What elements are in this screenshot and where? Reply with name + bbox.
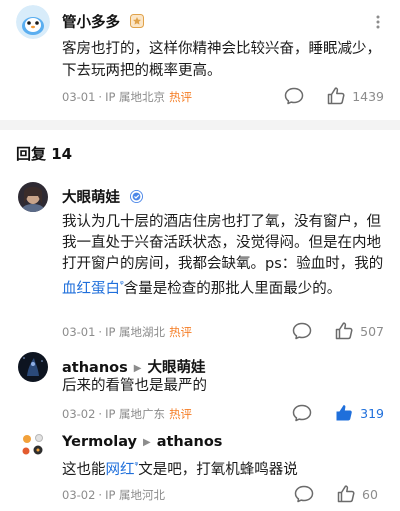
comment-actions: 319 [292, 403, 384, 423]
like-count: 1439 [352, 88, 384, 104]
comment-date: 03-02 [62, 407, 96, 421]
username[interactable]: 管小多多 [62, 11, 145, 32]
comment-icon[interactable] [294, 485, 314, 503]
username[interactable]: Yermolay ▶ athanos [62, 434, 222, 450]
comment-text: 客房也打的，这样你精神会比较兴奋，睡眠减少，下去玩两把的概率更高。 [62, 41, 381, 79]
like-count: 507 [360, 323, 384, 339]
comment-location: IP 属地北京 [105, 90, 166, 104]
comment-icon[interactable] [284, 87, 304, 105]
avatar[interactable] [18, 352, 48, 382]
comment-actions: 1439 [284, 86, 384, 106]
hot-tag: 热评 [169, 325, 193, 339]
comment-actions: 507 [292, 321, 384, 341]
keyword-link[interactable]: 血红蛋白ᵠ [62, 280, 124, 297]
reply-arrow-icon: ▶ [143, 437, 151, 448]
comment-meta: 03-02 · IP 属地河北 [62, 488, 166, 502]
section-divider [0, 120, 400, 130]
username-text[interactable]: 管小多多 [62, 15, 120, 31]
comment-text-part: 文是吧，打氧机蜂鸣器说 [138, 461, 298, 478]
badge-icon [130, 14, 145, 28]
comment-location: IP 属地广东 [105, 407, 166, 421]
username-text[interactable]: Yermolay [62, 434, 137, 450]
comment-date: 03-02 [62, 488, 96, 502]
comment-text-part: 这也能 [62, 461, 106, 478]
comment-text-part: 含量是检查的那批人里面最少的。 [123, 280, 342, 297]
username[interactable]: 大眼萌娃 [62, 186, 144, 207]
thumbs-up-icon[interactable] [334, 403, 354, 423]
reply-to-username[interactable]: athanos [157, 434, 223, 450]
username-text[interactable]: athanos [62, 360, 128, 376]
hot-tag: 热评 [169, 407, 193, 421]
comment-meta: 03-01 · IP 属地北京 热评 [62, 90, 193, 104]
comment-meta: 03-01 · IP 属地湖北 热评 [62, 325, 193, 339]
thumbs-up-icon[interactable] [334, 321, 354, 341]
replies-header: 回复 14 [16, 145, 73, 163]
top-comment: 管小多多 客房也打的，这样你精神会比较兴奋，睡眠减少，下去玩两把的概率更高。 0… [0, 0, 400, 120]
comment-text: 我认为几十层的酒店住房也打了氧，没有窗户，但我一直处于兴奋活跃状态，没觉得闷。但… [62, 212, 392, 300]
username-text[interactable]: 大眼萌娃 [62, 190, 120, 206]
comment-icon[interactable] [292, 322, 312, 340]
comment-icon[interactable] [292, 404, 312, 422]
keyword-link-text[interactable]: 网红 [106, 462, 135, 478]
comment-date: 03-01 [62, 325, 96, 339]
more-icon[interactable] [370, 14, 386, 30]
comment-date: 03-01 [62, 90, 96, 104]
avatar[interactable] [18, 430, 48, 460]
reply-item: 大眼萌娃 我认为几十层的酒店住房也打了氧，没有窗户，但我一直处于兴奋活跃状态，没… [0, 178, 400, 348]
username[interactable]: athanos ▶ 大眼萌娃 [62, 356, 205, 377]
thumbs-up-icon[interactable] [336, 484, 356, 504]
hot-tag: 热评 [169, 90, 193, 104]
reply-item: athanos ▶ 大眼萌娃 后来的看管也是最严的 03-02 · IP 属地广东 热评 … [0, 348, 400, 424]
like-count: 60 [362, 486, 378, 502]
comment-text: 后来的看管也是最严的 [62, 378, 207, 394]
avatar[interactable] [16, 5, 50, 39]
comment-location: IP 属地河北 [105, 488, 166, 502]
like-count: 319 [360, 405, 384, 421]
comment-meta: 03-02 · IP 属地广东 热评 [62, 407, 193, 421]
reply-to-username[interactable]: 大眼萌娃 [147, 360, 205, 376]
thumbs-up-icon[interactable] [326, 86, 346, 106]
keyword-link-text[interactable]: 血红蛋白 [62, 281, 120, 297]
comment-actions: 60 [294, 484, 384, 504]
keyword-link[interactable]: 网红ᵠ [106, 461, 139, 478]
avatar[interactable] [18, 182, 48, 212]
comment-text-part: 我认为几十层的酒店住房也打了氧，没有窗户，但我一直处于兴奋活跃状态，没觉得闷。但… [62, 214, 384, 272]
verified-icon [130, 190, 144, 203]
comment-location: IP 属地湖北 [105, 325, 166, 339]
reply-arrow-icon: ▶ [133, 363, 142, 374]
reply-item: Yermolay ▶ athanos 这也能网红ᵠ文是吧，打氧机蜂鸣器说 03-02… [0, 424, 400, 511]
comment-text: 这也能网红ᵠ文是吧，打氧机蜂鸣器说 [62, 456, 392, 481]
